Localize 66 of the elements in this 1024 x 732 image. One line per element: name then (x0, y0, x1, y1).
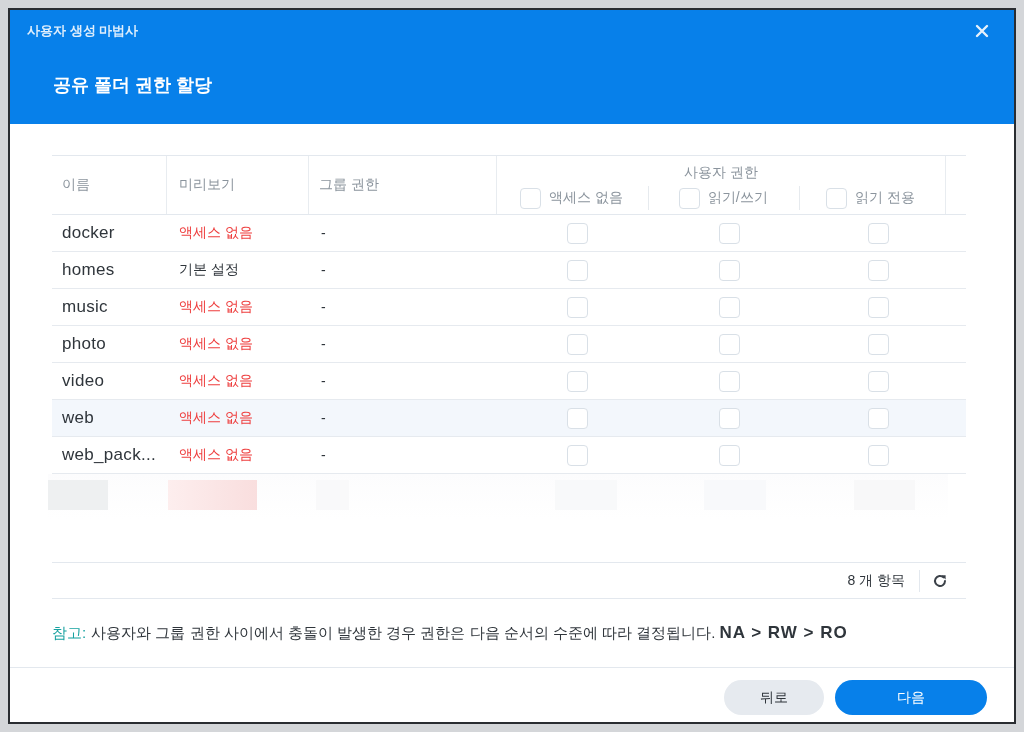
folder-name: docker (62, 223, 115, 243)
checkbox[interactable] (567, 296, 588, 318)
table-row[interactable]: photo 액세스 없음 - (52, 326, 966, 363)
folder-name: web (62, 408, 95, 428)
folder-name: video (62, 371, 105, 391)
checkbox[interactable] (718, 444, 740, 466)
checkbox[interactable] (867, 444, 889, 466)
checkbox[interactable] (867, 296, 889, 318)
checkbox-label: 읽기 전용 (855, 189, 916, 207)
checkbox[interactable] (826, 187, 848, 209)
column-header: 그룹 권한 (319, 176, 379, 194)
group-permission-text: - (321, 336, 326, 352)
refresh-icon[interactable] (932, 572, 948, 589)
checkbox[interactable] (718, 259, 740, 281)
checkbox[interactable] (567, 333, 588, 355)
checkbox[interactable] (678, 187, 700, 209)
group-permission-text: - (321, 299, 326, 315)
checkbox[interactable] (567, 370, 588, 392)
checkbox[interactable] (718, 333, 740, 355)
checkbox[interactable] (567, 222, 588, 244)
checkbox[interactable] (567, 259, 588, 281)
group-permission-text: - (321, 373, 326, 389)
column-header: 미리보기 (179, 176, 235, 194)
page-heading: 공유 폴더 권한 할당 (53, 74, 212, 97)
window-title: 사용자 생성 마법사 (27, 22, 139, 40)
group-permission-text: - (321, 225, 326, 241)
checkbox[interactable] (520, 187, 541, 209)
table-row[interactable]: docker 액세스 없음 - (52, 215, 966, 252)
folder-name: homes (62, 260, 115, 280)
checkbox[interactable] (567, 407, 588, 429)
next-button[interactable]: 다음 (835, 680, 987, 715)
group-permission-text: - (321, 447, 326, 463)
group-permission-text: - (321, 410, 326, 426)
preview-text: 액세스 없음 (179, 298, 253, 316)
table-row[interactable]: music 액세스 없음 - (52, 289, 966, 326)
checkbox-label: 읽기/쓰기 (707, 189, 768, 207)
close-icon[interactable] (975, 24, 989, 38)
preview-text: 액세스 없음 (179, 224, 253, 242)
group-permission-text: - (321, 262, 326, 278)
column-header: 이름 (62, 176, 90, 194)
folder-name: photo (62, 334, 107, 354)
checkbox[interactable] (718, 222, 740, 244)
column-header: 사용자 권한 (684, 163, 758, 182)
back-button[interactable]: 뒤로 (724, 680, 824, 715)
preview-text: 액세스 없음 (179, 372, 253, 390)
checkbox-label: 액세스 없음 (549, 189, 623, 207)
checkbox[interactable] (567, 444, 588, 466)
checkbox[interactable] (718, 296, 740, 318)
note-text: 사용자와 그룹 권한 사이에서 충돌이 발생한 경우 권한은 다음 순서의 수준에 따라 결정됩니다. NA > RW > RO (91, 623, 848, 643)
checkbox[interactable] (718, 407, 740, 429)
table-row[interactable]: web 액세스 없음 - (52, 400, 966, 437)
checkbox[interactable] (867, 222, 889, 244)
folder-name: web_pack... (62, 445, 157, 465)
checkbox[interactable] (867, 370, 889, 392)
preview-text: 기본 설정 (179, 261, 239, 279)
checkbox[interactable] (718, 370, 740, 392)
table-row[interactable]: homes 기본 설정 - (52, 252, 966, 289)
note-label: 참고: (52, 623, 87, 643)
preview-text: 액세스 없음 (179, 409, 253, 427)
checkbox[interactable] (867, 407, 889, 429)
folder-name: music (62, 297, 108, 317)
item-count: 8 개 항목 (847, 571, 905, 590)
preview-text: 액세스 없음 (179, 446, 253, 464)
checkbox[interactable] (867, 333, 889, 355)
checkbox[interactable] (867, 259, 889, 281)
preview-text: 액세스 없음 (179, 335, 253, 353)
